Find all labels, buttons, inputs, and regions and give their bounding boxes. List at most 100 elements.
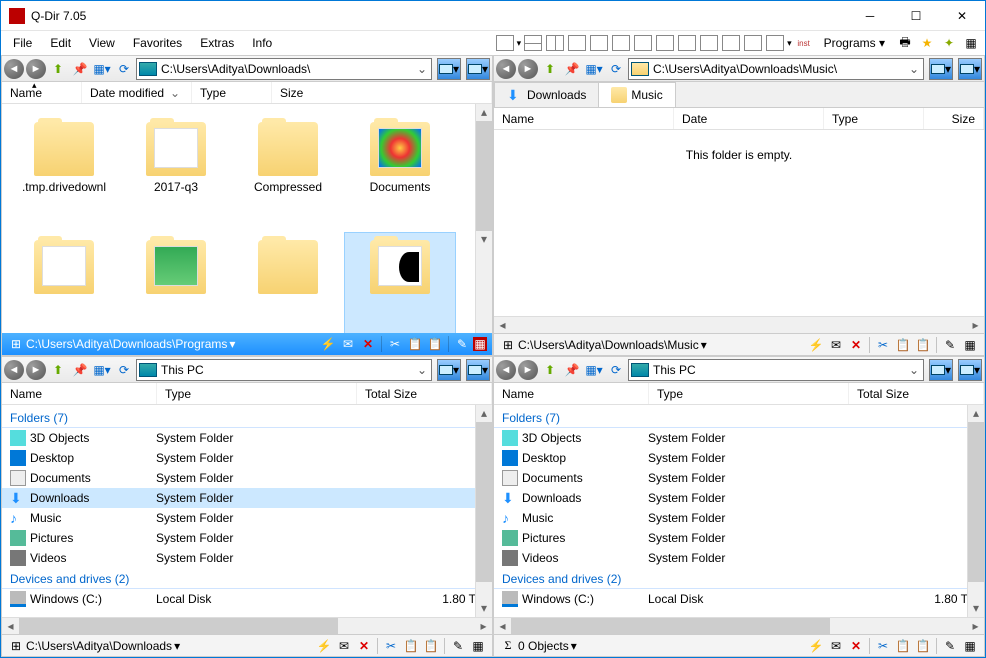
up-icon[interactable]: ⬆: [540, 360, 560, 380]
address-input[interactable]: [159, 363, 415, 377]
pane-body[interactable]: Folders (7) 3D Objects System Folder Des…: [2, 405, 492, 617]
group-drives[interactable]: Devices and drives (2): [2, 568, 492, 589]
view-btn-a[interactable]: ▾: [437, 58, 461, 80]
list-item[interactable]: Pictures System Folder: [494, 528, 984, 548]
refresh-icon[interactable]: ⟳: [606, 360, 626, 380]
delete-icon[interactable]: ✕: [847, 336, 865, 354]
up-icon[interactable]: ⬆: [540, 59, 560, 79]
view-btn-a[interactable]: ▾: [929, 359, 953, 381]
scrollbar-vertical[interactable]: ▴▾: [475, 104, 492, 333]
maximize-button[interactable]: ☐: [893, 1, 939, 31]
menu-view[interactable]: View: [81, 34, 123, 52]
layout-3d-icon[interactable]: [634, 35, 652, 51]
col-size[interactable]: Size: [924, 108, 984, 129]
paste-icon[interactable]: 📋: [422, 637, 440, 655]
address-dropdown-icon[interactable]: ⌄: [415, 62, 429, 76]
favorite-icon[interactable]: ★: [917, 33, 937, 53]
list-item[interactable]: Windows (C:) Local Disk 1.80 T: [494, 589, 984, 609]
col-name[interactable]: Name▴: [2, 82, 82, 103]
print-icon[interactable]: 🖶: [895, 33, 915, 53]
flash-icon[interactable]: ⚡: [807, 637, 825, 655]
layout-4b-icon[interactable]: [678, 35, 696, 51]
grid-icon[interactable]: ▦: [961, 637, 979, 655]
flash-icon[interactable]: ⚡: [319, 335, 337, 353]
view-btn-b[interactable]: ▾: [958, 359, 982, 381]
forward-button[interactable]: ►: [518, 59, 538, 79]
pin-icon[interactable]: 📌: [70, 59, 90, 79]
up-icon[interactable]: ⬆: [48, 59, 68, 79]
layout-3c-icon[interactable]: [612, 35, 630, 51]
copy-icon[interactable]: 📋: [894, 336, 912, 354]
edit-icon[interactable]: ✎: [941, 637, 959, 655]
address-dropdown-icon[interactable]: ⌄: [907, 363, 921, 377]
list-item[interactable]: Windows (C:) Local Disk 1.80 T: [2, 589, 492, 609]
view-btn-a[interactable]: ▾: [437, 359, 461, 381]
address-dropdown-icon[interactable]: ⌄: [907, 62, 921, 76]
layout-4d-icon[interactable]: [722, 35, 740, 51]
view-options-icon[interactable]: ▦▾: [584, 59, 604, 79]
address-dropdown-icon[interactable]: ⌄: [415, 363, 429, 377]
back-button[interactable]: ◄: [496, 360, 516, 380]
pin-icon[interactable]: 📌: [70, 360, 90, 380]
back-button[interactable]: ◄: [4, 360, 24, 380]
col-size[interactable]: Size: [272, 82, 492, 103]
paste-icon[interactable]: 📋: [426, 335, 444, 353]
tab-music[interactable]: Music: [598, 82, 675, 107]
delete-icon[interactable]: ✕: [847, 637, 865, 655]
tool-icon[interactable]: ▦: [961, 33, 981, 53]
folder-item[interactable]: [120, 232, 232, 333]
mail-icon[interactable]: ✉: [335, 637, 353, 655]
pane-body[interactable]: This folder is empty.: [494, 130, 984, 316]
sigma-icon[interactable]: [499, 637, 517, 655]
layout-1-icon[interactable]: [496, 35, 514, 51]
col-type[interactable]: Type: [824, 108, 924, 129]
view-options-icon[interactable]: ▦▾: [92, 360, 112, 380]
cut-icon[interactable]: ✂: [874, 336, 892, 354]
refresh-icon[interactable]: ⟳: [114, 360, 134, 380]
folder-item[interactable]: Compressed: [232, 114, 344, 232]
view-options-icon[interactable]: ▦▾: [584, 360, 604, 380]
list-item[interactable]: Downloads System Folder: [494, 488, 984, 508]
flash-icon[interactable]: ⚡: [315, 637, 333, 655]
view-btn-b[interactable]: ▾: [958, 58, 982, 80]
group-folders[interactable]: Folders (7): [494, 407, 984, 428]
col-date[interactable]: Date modified⌄: [82, 82, 192, 103]
group-folders[interactable]: Folders (7): [2, 407, 492, 428]
layout-2v-icon[interactable]: [546, 35, 564, 51]
col-type[interactable]: Type: [649, 383, 849, 404]
col-total[interactable]: Total Size: [849, 383, 984, 404]
flash-icon[interactable]: ⚡: [807, 336, 825, 354]
layout-4a-icon[interactable]: [656, 35, 674, 51]
list-item[interactable]: Desktop System Folder: [2, 448, 492, 468]
layout-4f-icon[interactable]: [766, 35, 784, 51]
folder-item[interactable]: 2017-q3: [120, 114, 232, 232]
grid-icon[interactable]: ▦: [961, 336, 979, 354]
layout-3a-icon[interactable]: [568, 35, 586, 51]
address-bar[interactable]: ⌄: [136, 359, 432, 381]
forward-button[interactable]: ►: [26, 360, 46, 380]
scrollbar-vertical[interactable]: ▴▾: [475, 405, 492, 617]
scrollbar-horizontal[interactable]: ◂▸: [494, 617, 984, 634]
delete-icon[interactable]: ✕: [355, 637, 373, 655]
col-name[interactable]: Name: [2, 383, 157, 404]
col-date[interactable]: Date: [674, 108, 824, 129]
menu-edit[interactable]: Edit: [42, 34, 79, 52]
layout-2h-icon[interactable]: [524, 35, 542, 51]
pane-body[interactable]: .tmp.drivedownl 2017-q3 Compressed Docum…: [2, 104, 492, 333]
col-name[interactable]: Name: [494, 383, 649, 404]
folder-item-selected[interactable]: [344, 232, 456, 333]
up-icon[interactable]: ⬆: [48, 360, 68, 380]
close-button[interactable]: ✕: [939, 1, 985, 31]
cut-icon[interactable]: ✂: [386, 335, 404, 353]
grid-icon[interactable]: ▦: [473, 337, 487, 351]
back-button[interactable]: ◄: [496, 59, 516, 79]
layout-4c-icon[interactable]: [700, 35, 718, 51]
list-item[interactable]: Documents System Folder: [2, 468, 492, 488]
edit-icon[interactable]: ✎: [941, 336, 959, 354]
copy-icon[interactable]: 📋: [894, 637, 912, 655]
list-item[interactable]: Desktop System Folder: [494, 448, 984, 468]
list-item[interactable]: Downloads System Folder: [2, 488, 492, 508]
pin-icon[interactable]: 📌: [562, 59, 582, 79]
mail-icon[interactable]: ✉: [827, 637, 845, 655]
forward-button[interactable]: ►: [518, 360, 538, 380]
